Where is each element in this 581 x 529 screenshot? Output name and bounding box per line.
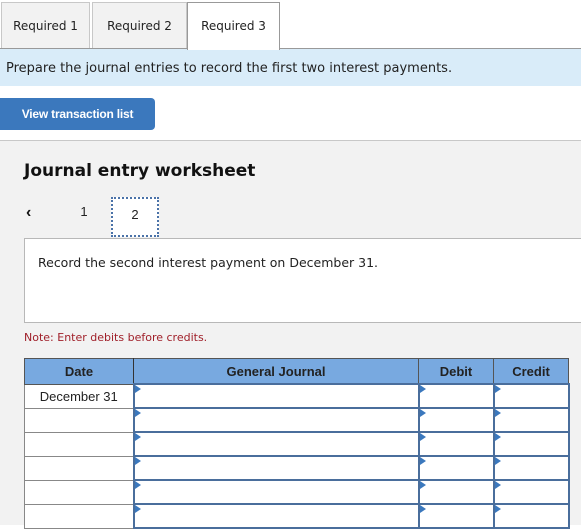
credit-input[interactable]: [492, 431, 570, 457]
date-cell[interactable]: [24, 455, 134, 481]
cell-marker-icon: [494, 409, 501, 417]
credit-input[interactable]: [492, 407, 570, 433]
cell-marker-icon: [419, 481, 426, 489]
tab-required-3[interactable]: Required 3: [187, 2, 280, 50]
date-cell[interactable]: December 31: [24, 383, 134, 409]
debit-input[interactable]: [417, 479, 495, 505]
debit-input[interactable]: [417, 503, 495, 529]
journal-header-row: Date General Journal Debit Credit: [24, 358, 569, 385]
table-row: [24, 503, 570, 529]
tab-bar: Required 1 Required 2 Required 3: [0, 0, 581, 50]
cell-marker-icon: [134, 385, 141, 393]
cell-marker-icon: [134, 481, 141, 489]
table-row: [24, 431, 570, 457]
header-date: Date: [24, 358, 134, 385]
table-row: [24, 479, 570, 505]
journal-table: Date General Journal Debit Credit Decemb…: [24, 358, 570, 529]
worksheet-title: Journal entry worksheet: [24, 161, 256, 181]
chevron-left-icon[interactable]: ‹: [26, 204, 31, 222]
cell-marker-icon: [494, 385, 501, 393]
date-cell[interactable]: [24, 503, 134, 529]
cell-marker-icon: [134, 409, 141, 417]
debit-input[interactable]: [417, 407, 495, 433]
table-row: [24, 455, 570, 481]
date-cell[interactable]: [24, 431, 134, 457]
account-input[interactable]: [132, 431, 420, 457]
table-row: [24, 407, 570, 433]
tab-required-2[interactable]: Required 2: [92, 2, 187, 48]
pager-page-1[interactable]: 1: [76, 204, 92, 219]
cell-marker-icon: [419, 505, 426, 513]
credit-input[interactable]: [492, 503, 570, 529]
header-general-journal: General Journal: [133, 358, 419, 385]
instruction-banner: Prepare the journal entries to record th…: [0, 49, 581, 86]
debits-note: Note: Enter debits before credits.: [24, 331, 208, 344]
credit-input[interactable]: [492, 479, 570, 505]
header-credit: Credit: [493, 358, 569, 385]
cell-marker-icon: [419, 457, 426, 465]
cell-marker-icon: [134, 505, 141, 513]
date-cell[interactable]: [24, 407, 134, 433]
cell-marker-icon: [419, 409, 426, 417]
account-input[interactable]: [132, 383, 420, 409]
table-row: December 31: [24, 383, 570, 409]
header-debit: Debit: [418, 358, 494, 385]
credit-input[interactable]: [492, 455, 570, 481]
cell-marker-icon: [134, 457, 141, 465]
credit-input[interactable]: [492, 383, 570, 409]
cell-marker-icon: [419, 433, 426, 441]
account-input[interactable]: [132, 407, 420, 433]
cell-marker-icon: [494, 457, 501, 465]
entry-instruction-text: Record the second interest payment on De…: [38, 255, 379, 270]
view-transaction-list-button[interactable]: View transaction list: [0, 98, 155, 130]
debit-input[interactable]: [417, 383, 495, 409]
entry-instruction: Record the second interest payment on De…: [24, 238, 581, 323]
cell-marker-icon: [494, 481, 501, 489]
debit-input[interactable]: [417, 455, 495, 481]
account-input[interactable]: [132, 503, 420, 529]
date-cell[interactable]: [24, 479, 134, 505]
debit-input[interactable]: [417, 431, 495, 457]
journal-entry-worksheet: Journal entry worksheet ‹ 1 2 Record the…: [0, 140, 581, 529]
account-input[interactable]: [132, 455, 420, 481]
tab-required-1[interactable]: Required 1: [1, 2, 90, 48]
cell-marker-icon: [134, 433, 141, 441]
pager-page-2[interactable]: 2: [111, 197, 159, 237]
account-input[interactable]: [132, 479, 420, 505]
cell-marker-icon: [494, 433, 501, 441]
cell-marker-icon: [494, 505, 501, 513]
cell-marker-icon: [419, 385, 426, 393]
